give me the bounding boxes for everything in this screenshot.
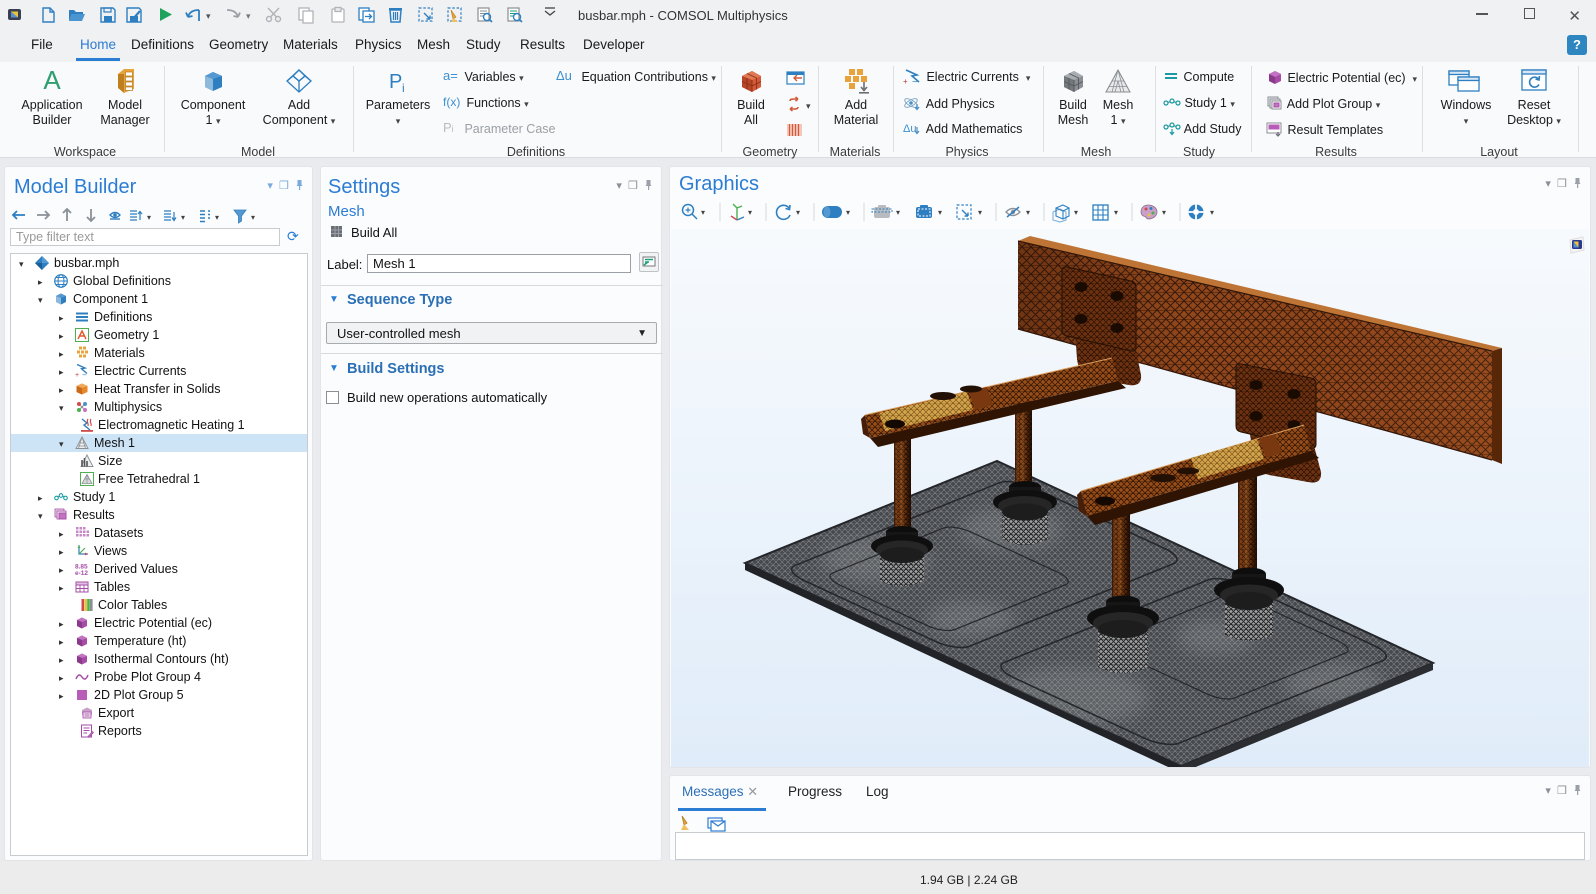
- svg-text:f(x): f(x): [443, 95, 460, 109]
- svg-text:▾: ▾: [1074, 208, 1078, 217]
- svg-text:▾: ▾: [748, 208, 752, 217]
- svg-text:−: −: [82, 371, 87, 379]
- svg-text:▾: ▾: [147, 213, 151, 222]
- svg-text:▾: ▾: [796, 208, 800, 217]
- svg-text:+: +: [903, 77, 908, 84]
- svg-text:▾: ▾: [206, 11, 211, 21]
- svg-text:Pi: Pi: [443, 121, 454, 135]
- svg-text:▾: ▾: [1162, 208, 1166, 217]
- svg-text:e-12: e-12: [75, 570, 88, 576]
- svg-text:i: i: [402, 81, 405, 94]
- svg-text:▾: ▾: [806, 101, 811, 111]
- svg-text:▾: ▾: [181, 213, 185, 222]
- svg-text:a=: a=: [443, 69, 458, 83]
- svg-text:▾: ▾: [896, 208, 900, 217]
- svg-text:▾: ▾: [1210, 208, 1214, 217]
- svg-text:−: −: [912, 77, 918, 84]
- svg-text:▾: ▾: [701, 208, 705, 217]
- svg-text:Δu: Δu: [903, 123, 916, 135]
- svg-text:▾: ▾: [978, 208, 982, 217]
- svg-text:A: A: [43, 68, 61, 94]
- svg-text:▾: ▾: [1026, 208, 1030, 217]
- svg-text:Δu: Δu: [556, 69, 572, 83]
- svg-text:▾: ▾: [938, 208, 942, 217]
- svg-text:▾: ▾: [215, 213, 219, 222]
- svg-text:▾: ▾: [846, 208, 850, 217]
- svg-text:▾: ▾: [246, 11, 251, 21]
- svg-text:▾: ▾: [251, 213, 255, 222]
- svg-text:P: P: [389, 71, 402, 93]
- svg-text:▾: ▾: [1114, 208, 1118, 217]
- svg-text:+: +: [75, 372, 79, 378]
